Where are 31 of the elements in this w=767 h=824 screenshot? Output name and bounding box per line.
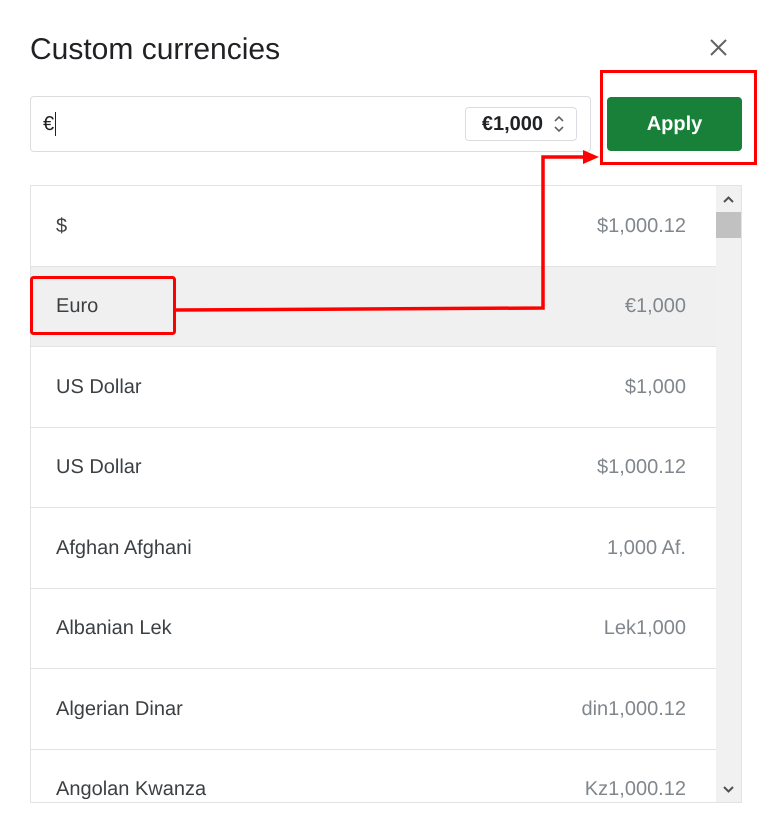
currency-row[interactable]: Angolan Kwanza Kz1,000.12: [31, 750, 716, 802]
currency-input[interactable]: € €1,000: [30, 96, 591, 152]
currency-name: US Dollar: [56, 376, 142, 398]
text-cursor: [55, 112, 56, 136]
currency-example: din1,000.12: [581, 698, 686, 720]
currency-name: Albanian Lek: [56, 617, 172, 640]
currency-name: Angolan Kwanza: [56, 778, 206, 800]
scrollbar-thumb[interactable]: [716, 212, 741, 238]
currency-example: Lek1,000: [604, 617, 686, 640]
format-dropdown[interactable]: €1,000: [464, 107, 577, 141]
currency-example: $1,000.12: [597, 456, 686, 478]
chevron-up-icon[interactable]: [723, 196, 734, 202]
currency-row[interactable]: Euro €1,000: [31, 266, 716, 347]
currency-name: $: [56, 214, 68, 237]
currency-name: US Dollar: [56, 456, 142, 478]
currency-example: 1,000 Af.: [607, 536, 686, 559]
currency-name: Algerian Dinar: [56, 698, 183, 720]
scrollbar-track[interactable]: [716, 186, 741, 802]
currency-example: €1,000: [624, 295, 686, 318]
currency-name: Afghan Afghani: [56, 536, 192, 559]
currency-row[interactable]: US Dollar $1,000.12: [31, 428, 716, 508]
currency-example: $1,000: [624, 376, 686, 398]
apply-button[interactable]: Apply: [607, 97, 742, 151]
currency-example: $1,000.12: [597, 214, 686, 237]
chevron-down-icon[interactable]: [723, 786, 734, 792]
close-icon[interactable]: [710, 39, 727, 56]
currency-row[interactable]: Albanian Lek Lek1,000: [31, 588, 716, 669]
currency-name: Euro: [56, 295, 98, 318]
currency-example: Kz1,000.12: [584, 778, 686, 800]
dialog-title: Custom currencies: [30, 32, 280, 68]
up-down-chevron-icon: [554, 116, 564, 132]
